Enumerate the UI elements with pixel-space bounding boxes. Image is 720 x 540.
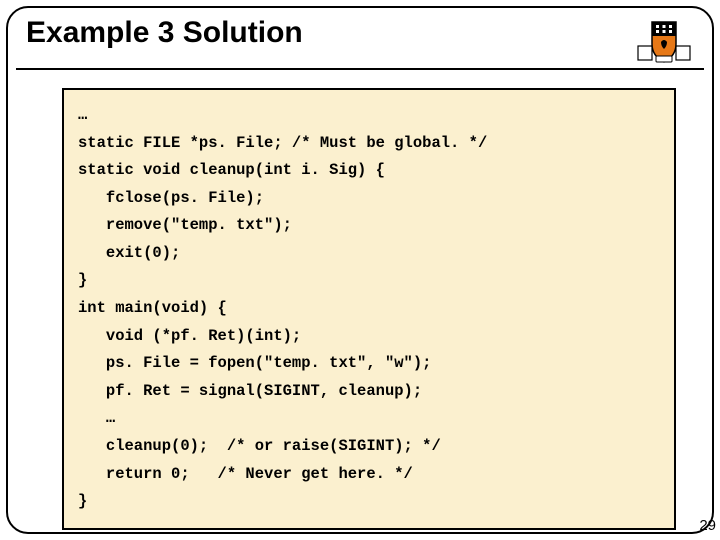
code-line: ps. File = fopen("temp. txt", "w");	[78, 350, 660, 378]
code-line: }	[78, 488, 660, 516]
princeton-shield-icon	[634, 16, 694, 64]
code-line: static FILE *ps. File; /* Must be global…	[78, 130, 660, 158]
code-line: …	[78, 102, 660, 130]
code-line: …	[78, 405, 660, 433]
code-line: fclose(ps. File);	[78, 185, 660, 213]
code-box: … static FILE *ps. File; /* Must be glob…	[62, 88, 676, 530]
code-line: static void cleanup(int i. Sig) {	[78, 157, 660, 185]
title-underline	[16, 68, 704, 70]
code-line: cleanup(0); /* or raise(SIGINT); */	[78, 433, 660, 461]
code-line: void (*pf. Ret)(int);	[78, 323, 660, 351]
code-line: int main(void) {	[78, 295, 660, 323]
page-number: 29	[699, 517, 716, 534]
code-line: }	[78, 267, 660, 295]
code-line: return 0; /* Never get here. */	[78, 461, 660, 489]
slide-frame: Example 3 Solution … static FILE *ps. Fi…	[6, 6, 714, 534]
title-row: Example 3 Solution	[8, 8, 712, 68]
code-line: remove("temp. txt");	[78, 212, 660, 240]
slide-title: Example 3 Solution	[26, 16, 303, 50]
code-line: exit(0);	[78, 240, 660, 268]
code-line: pf. Ret = signal(SIGINT, cleanup);	[78, 378, 660, 406]
